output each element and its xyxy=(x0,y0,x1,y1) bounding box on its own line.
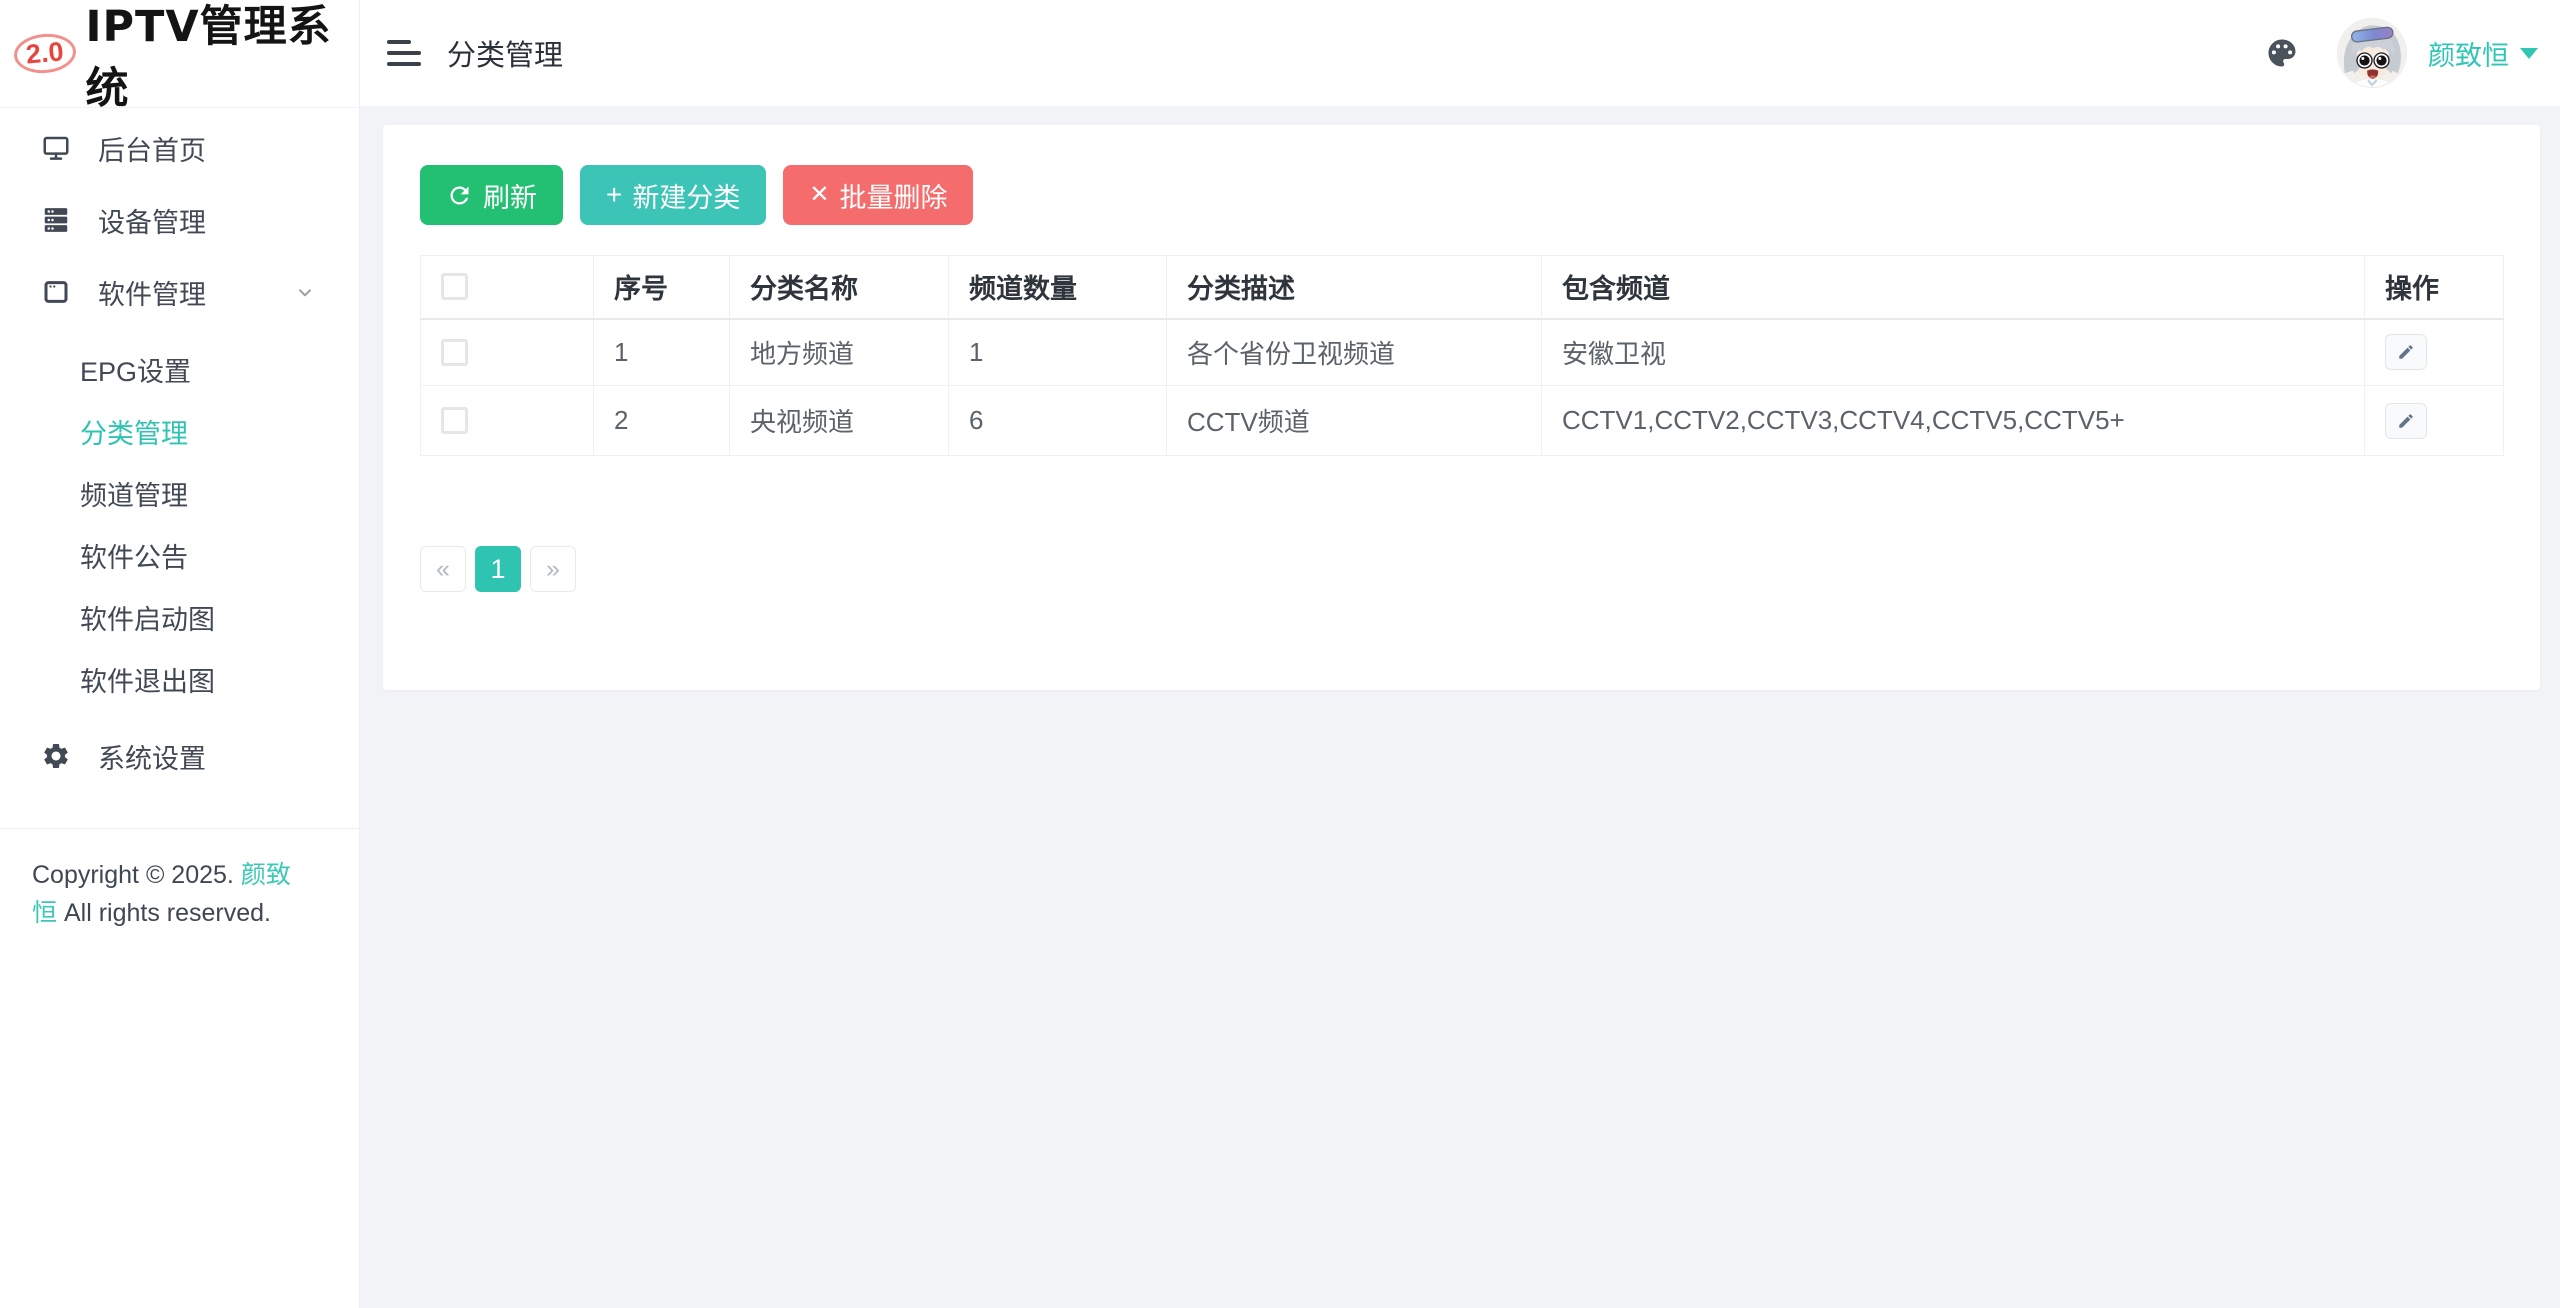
sidebar-item-label: 软件退出图 xyxy=(80,660,215,699)
cell-name: 地方频道 xyxy=(730,319,949,386)
cell-desc: CCTV频道 xyxy=(1167,386,1542,456)
cell-seq: 1 xyxy=(594,319,730,386)
batch-delete-label: 批量删除 xyxy=(839,176,947,215)
menu-toggle-icon[interactable] xyxy=(387,40,421,66)
theme-palette-icon[interactable] xyxy=(2264,35,2300,71)
sidebar-item-label: 设备管理 xyxy=(98,201,206,240)
copyright-suffix: All rights reserved. xyxy=(64,899,271,927)
sidebar-item-announcements[interactable]: 软件公告 xyxy=(0,524,359,586)
column-header-actions: 操作 xyxy=(2365,256,2504,319)
page-title: 分类管理 xyxy=(447,32,563,74)
toolbar: 刷新 + 新建分类 ✕ 批量删除 xyxy=(420,165,2503,225)
category-table: 序号 分类名称 频道数量 分类描述 包含频道 操作 1 地方频道 1 各个省份卫… xyxy=(420,255,2504,456)
sidebar-item-devices[interactable]: 设备管理 xyxy=(0,184,359,256)
app-title: IPTV管理系统 xyxy=(86,0,345,116)
topbar-right: 颜致恒 xyxy=(2264,19,2538,87)
cell-seq: 2 xyxy=(594,386,730,456)
monitor-icon xyxy=(40,132,72,164)
sidebar-item-label: 频道管理 xyxy=(80,474,188,513)
copyright-prefix: Copyright © 2025. xyxy=(32,861,234,889)
window-icon xyxy=(40,276,72,308)
cell-name: 央视频道 xyxy=(730,386,949,456)
username[interactable]: 颜致恒 xyxy=(2428,34,2509,73)
refresh-label: 刷新 xyxy=(483,176,537,215)
cell-channels: 安徽卫视 xyxy=(1542,319,2365,386)
sidebar-item-system-settings[interactable]: 系统设置 xyxy=(0,720,359,792)
row-select-cell xyxy=(421,319,594,386)
refresh-icon xyxy=(446,182,473,209)
select-all-checkbox[interactable] xyxy=(441,273,468,300)
sidebar-item-label: EPG设置 xyxy=(80,350,191,389)
caret-down-icon[interactable] xyxy=(2520,48,2538,59)
server-icon xyxy=(40,204,72,236)
sidebar-item-label: 分类管理 xyxy=(80,412,188,451)
pagination-prev-button[interactable]: « xyxy=(420,546,466,592)
sidebar-item-label: 软件管理 xyxy=(98,273,206,312)
sidebar-item-label: 软件启动图 xyxy=(80,598,215,637)
select-all-cell xyxy=(421,256,594,319)
software-submenu: EPG设置 分类管理 频道管理 软件公告 软件启动图 软件退出图 xyxy=(0,338,359,710)
gear-icon xyxy=(40,740,72,772)
copyright-text: Copyright © 2025. 颜致恒 All rights reserve… xyxy=(0,829,330,932)
version-badge: 2.0 xyxy=(12,31,77,75)
column-header-desc: 分类描述 xyxy=(1167,256,1542,319)
pencil-icon xyxy=(2397,412,2415,430)
sidebar: 2.0 IPTV管理系统 后台首页 xyxy=(0,0,360,1308)
table-row: 1 地方频道 1 各个省份卫视频道 安徽卫视 xyxy=(421,319,2504,386)
sidebar-item-splash-image[interactable]: 软件启动图 xyxy=(0,586,359,648)
cell-desc: 各个省份卫视频道 xyxy=(1167,319,1542,386)
row-checkbox[interactable] xyxy=(441,407,468,434)
user-avatar[interactable] xyxy=(2338,19,2406,87)
edit-button[interactable] xyxy=(2385,334,2427,370)
app-logo: 2.0 IPTV管理系统 xyxy=(0,0,359,108)
table-row: 2 央视频道 6 CCTV频道 CCTV1,CCTV2,CCTV3,CCTV4,… xyxy=(421,386,2504,456)
cell-count: 1 xyxy=(949,319,1167,386)
sidebar-item-label: 后台首页 xyxy=(98,129,206,168)
pencil-icon xyxy=(2397,343,2415,361)
sidebar-nav: 后台首页 设备管理 xyxy=(0,108,359,792)
topbar: 分类管理 xyxy=(360,0,2560,107)
sidebar-item-channel-management[interactable]: 频道管理 xyxy=(0,462,359,524)
cell-channels: CCTV1,CCTV2,CCTV3,CCTV4,CCTV5,CCTV5+ xyxy=(1542,386,2365,456)
cross-icon: ✕ xyxy=(809,183,829,207)
sidebar-item-dashboard[interactable]: 后台首页 xyxy=(0,112,359,184)
pagination: « 1 » xyxy=(420,546,2503,690)
plus-icon: + xyxy=(606,181,622,209)
sidebar-item-epg-settings[interactable]: EPG设置 xyxy=(0,338,359,400)
main-content: 刷新 + 新建分类 ✕ 批量删除 序 xyxy=(360,107,2560,1308)
edit-button[interactable] xyxy=(2385,403,2427,439)
table-header-row: 序号 分类名称 频道数量 分类描述 包含频道 操作 xyxy=(421,256,2504,319)
column-header-seq: 序号 xyxy=(594,256,730,319)
row-checkbox[interactable] xyxy=(441,339,468,366)
sidebar-item-label: 系统设置 xyxy=(98,737,206,776)
pagination-next-button[interactable]: » xyxy=(530,546,576,592)
column-header-name: 分类名称 xyxy=(730,256,949,319)
sidebar-item-software[interactable]: 软件管理 xyxy=(0,256,359,328)
sidebar-item-label: 软件公告 xyxy=(80,536,188,575)
row-select-cell xyxy=(421,386,594,456)
pagination-current-page[interactable]: 1 xyxy=(475,546,521,592)
chevron-down-icon xyxy=(295,282,315,302)
cell-actions xyxy=(2365,319,2504,386)
create-label: 新建分类 xyxy=(632,176,740,215)
column-header-count: 频道数量 xyxy=(949,256,1167,319)
cell-count: 6 xyxy=(949,386,1167,456)
sidebar-item-exit-image[interactable]: 软件退出图 xyxy=(0,648,359,710)
category-card: 刷新 + 新建分类 ✕ 批量删除 序 xyxy=(383,125,2540,690)
sidebar-item-category-management[interactable]: 分类管理 xyxy=(0,400,359,462)
column-header-channels: 包含频道 xyxy=(1542,256,2365,319)
batch-delete-button[interactable]: ✕ 批量删除 xyxy=(783,165,973,225)
refresh-button[interactable]: 刷新 xyxy=(420,165,563,225)
create-category-button[interactable]: + 新建分类 xyxy=(580,165,766,225)
cell-actions xyxy=(2365,386,2504,456)
